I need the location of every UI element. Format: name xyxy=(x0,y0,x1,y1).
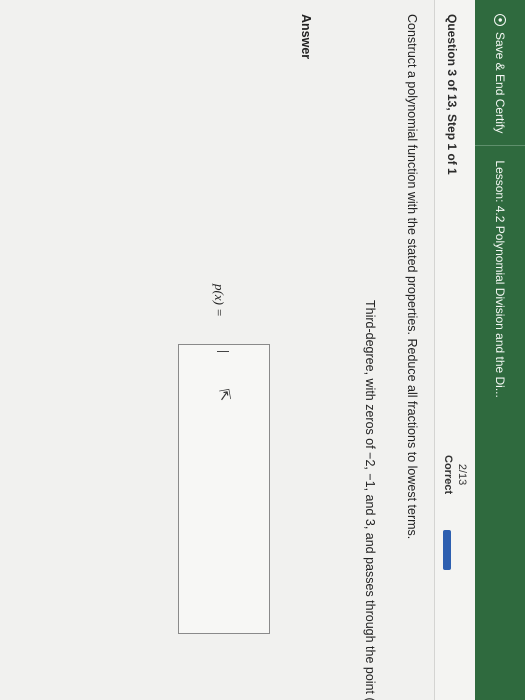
score-status: Correct xyxy=(442,455,454,495)
score-summary: 2/13 Correct xyxy=(441,455,469,494)
question-header: Question 3 of 13, Step 1 of 1 2/13 Corre… xyxy=(434,0,475,700)
screen-root: ● Save & End Certify Lesson: 4.2 Polynom… xyxy=(0,0,525,700)
function-label: p(x) = xyxy=(212,284,227,317)
text-caret xyxy=(217,351,229,352)
answer-label: Answer xyxy=(299,14,313,60)
save-circle-icon: ● xyxy=(494,14,506,26)
question-prompt: Construct a polynomial function with the… xyxy=(405,14,419,540)
score-fraction: 2/13 xyxy=(456,463,468,486)
lesson-title: Lesson: 4.2 Polynomial Division and the … xyxy=(493,160,507,398)
answer-input[interactable]: ⇱ xyxy=(178,344,270,634)
top-bar: ● Save & End Certify Lesson: 4.2 Polynom… xyxy=(475,0,525,700)
question-properties: Third-degree, with zeros of −2, −1, and … xyxy=(363,0,377,700)
progress-bar xyxy=(443,530,451,570)
mouse-pointer-icon: ⇱ xyxy=(216,387,234,402)
properties-text: Third-degree, with zeros of −2, −1, and … xyxy=(363,300,377,700)
save-end-label: Save & End Certify xyxy=(493,32,507,134)
question-title: Question 3 of 13, Step 1 of 1 xyxy=(445,14,459,175)
save-end-button[interactable]: ● Save & End Certify xyxy=(475,0,525,147)
